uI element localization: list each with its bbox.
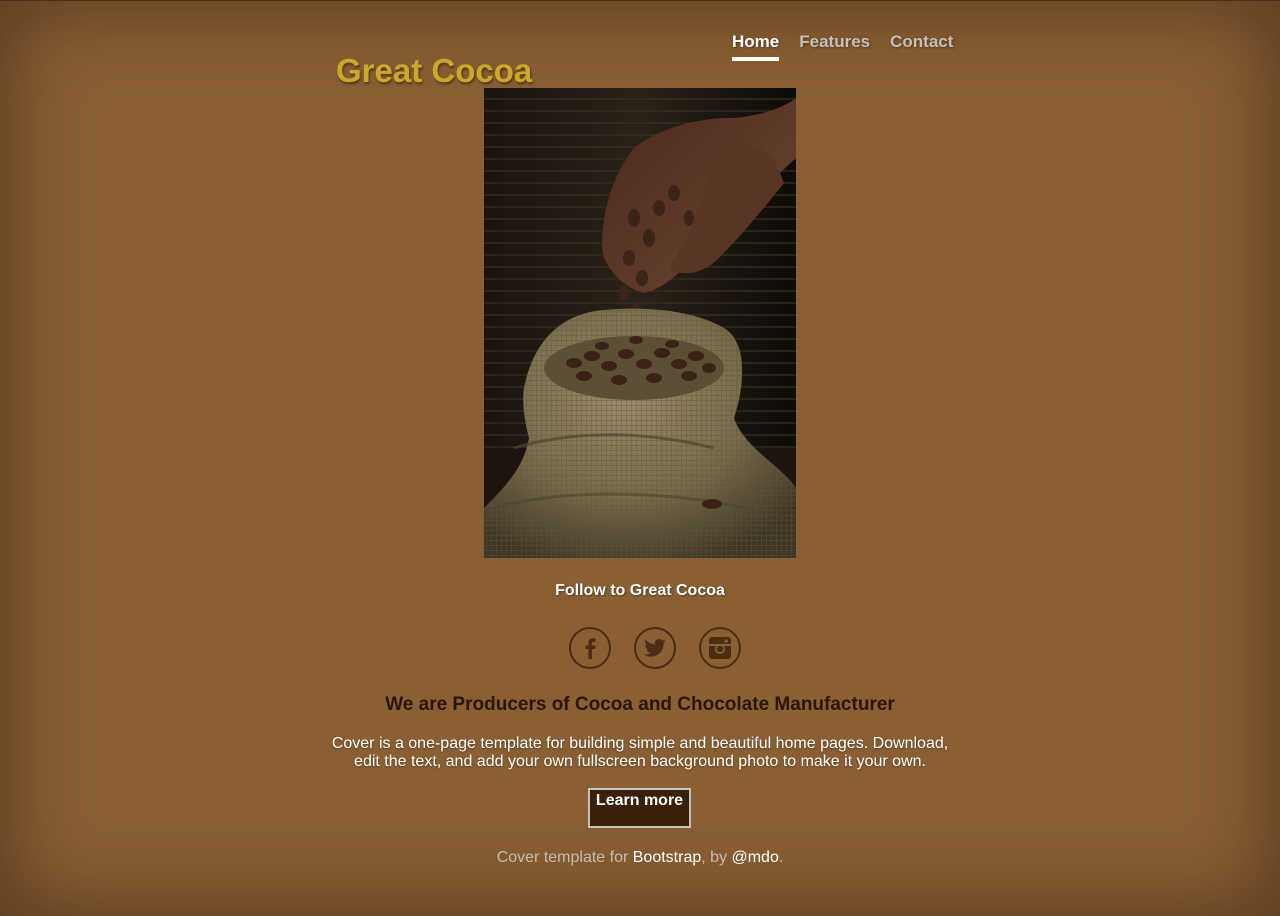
brand-title: Great Cocoa	[336, 52, 533, 89]
footer-suffix: .	[778, 849, 784, 866]
twitter-link[interactable]	[634, 627, 676, 669]
social-links	[569, 627, 741, 669]
footer: Cover template for Bootstrap, by @mdo.	[0, 849, 1280, 867]
learn-more-button[interactable]: Learn more	[588, 788, 691, 828]
lead-paragraph: Cover is a one-page template for buildin…	[331, 735, 949, 770]
footer-middle: , by	[701, 849, 732, 866]
nav-contact[interactable]: Contact	[890, 32, 953, 61]
instagram-icon	[709, 637, 731, 659]
nav-home[interactable]: Home	[732, 32, 780, 61]
footer-prefix: Cover template for	[496, 849, 633, 866]
cocoa-beans-photo	[484, 88, 796, 558]
nav-features[interactable]: Features	[799, 32, 870, 61]
main-nav: Home Features Contact	[732, 32, 973, 61]
facebook-link[interactable]	[569, 627, 611, 669]
top-border	[0, 0, 1280, 1]
main-heading: We are Producers of Cocoa and Chocolate …	[385, 694, 895, 715]
hero-image	[484, 88, 796, 558]
follow-text: Follow to Great Cocoa	[555, 582, 725, 599]
twitter-icon	[644, 639, 666, 657]
facebook-icon	[585, 638, 596, 659]
bootstrap-link[interactable]: Bootstrap	[633, 849, 701, 866]
instagram-link[interactable]	[699, 627, 741, 669]
mdo-link[interactable]: @mdo	[731, 849, 778, 866]
